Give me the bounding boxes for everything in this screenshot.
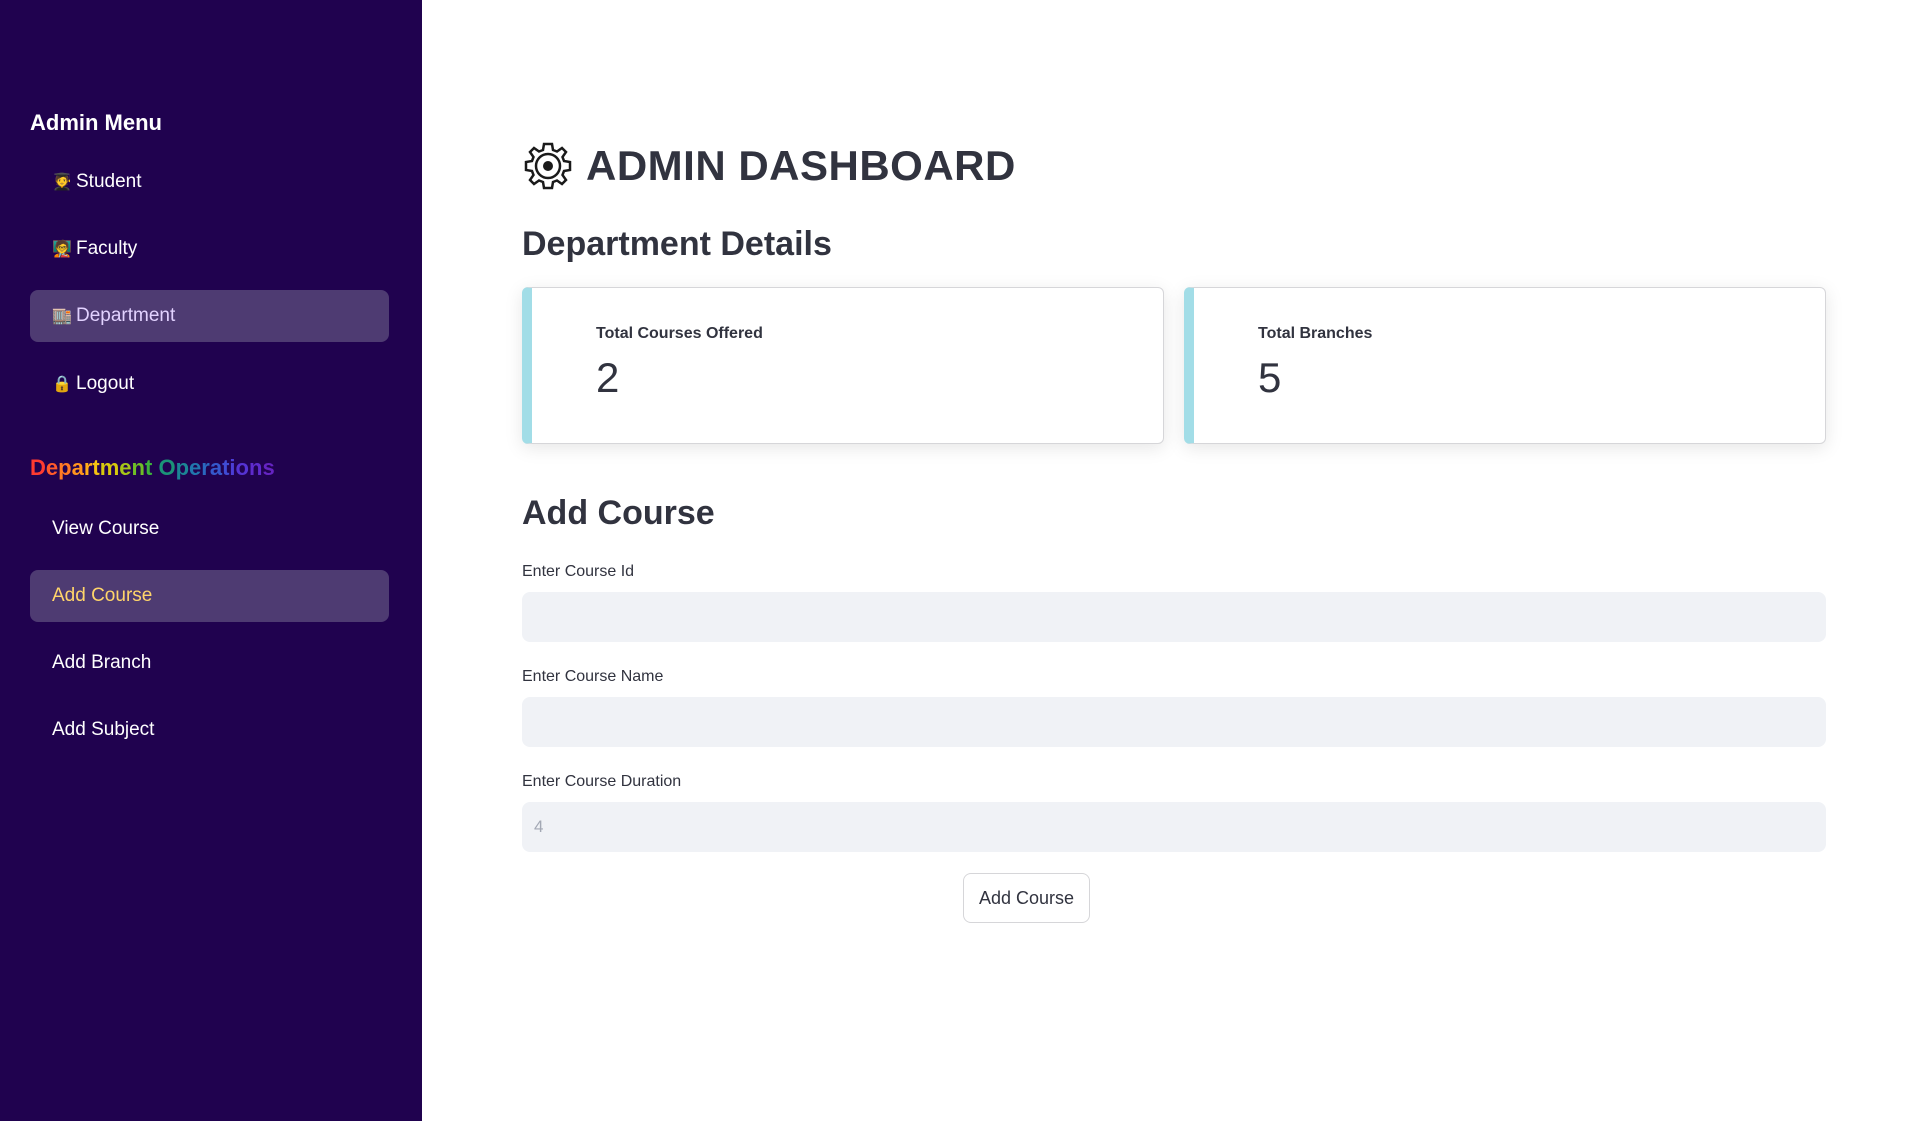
sidebar-item-label: Add Course bbox=[52, 585, 153, 606]
sidebar-item-label: Faculty bbox=[76, 238, 138, 259]
metric-value: 2 bbox=[596, 354, 620, 401]
sidebar-item-label: Department bbox=[76, 305, 176, 326]
sidebar-item-department[interactable]: 🏬 Department bbox=[30, 290, 389, 342]
sidebar-item-label: Logout bbox=[76, 373, 135, 394]
sidebar-item-student[interactable]: 🧑‍🎓 Student bbox=[30, 156, 389, 208]
sidebar-item-logout[interactable]: 🔒 Logout bbox=[30, 358, 389, 410]
course-name-label: Enter Course Name bbox=[522, 668, 664, 685]
add-course-heading: Add Course bbox=[522, 494, 715, 532]
department-operations-title: Department Operations bbox=[30, 455, 275, 480]
metric-card-courses: Total Courses Offered 2 bbox=[522, 287, 1164, 444]
sidebar-item-label: Student bbox=[76, 171, 142, 192]
lock-icon: 🔒 bbox=[52, 376, 72, 393]
sidebar: Admin Menu 🧑‍🎓 Student 🧑‍🏫 Faculty 🏬 Dep… bbox=[0, 0, 422, 1121]
course-duration-label: Enter Course Duration bbox=[522, 773, 682, 790]
sidebar-item-add-branch[interactable]: Add Branch bbox=[30, 637, 389, 689]
department-details-heading: Department Details bbox=[522, 225, 832, 263]
admin-menu-title: Admin Menu bbox=[30, 110, 162, 135]
page-title: ADMIN DASHBOARD bbox=[586, 142, 1016, 189]
course-id-label: Enter Course Id bbox=[522, 563, 635, 580]
course-duration-input[interactable] bbox=[522, 802, 1826, 852]
page-header: ADMIN DASHBOARD bbox=[522, 140, 1016, 192]
course-name-input[interactable] bbox=[522, 697, 1826, 747]
add-course-button[interactable]: Add Course bbox=[963, 873, 1090, 923]
faculty-icon: 🧑‍🏫 bbox=[52, 241, 72, 258]
sidebar-item-label: Add Subject bbox=[52, 719, 155, 740]
sidebar-item-label: Add Branch bbox=[52, 652, 152, 673]
sidebar-item-label: View Course bbox=[52, 518, 160, 539]
gear-icon bbox=[524, 142, 572, 190]
main-content: ADMIN DASHBOARD Department Details Total… bbox=[422, 0, 1920, 1121]
metric-label: Total Branches bbox=[1258, 325, 1373, 342]
sidebar-item-add-course[interactable]: Add Course bbox=[30, 570, 389, 622]
sidebar-item-view-course[interactable]: View Course bbox=[30, 503, 389, 555]
metric-card-branches: Total Branches 5 bbox=[1184, 287, 1826, 444]
course-id-input[interactable] bbox=[522, 592, 1826, 642]
department-icon: 🏬 bbox=[52, 308, 72, 325]
metric-value: 5 bbox=[1258, 354, 1282, 401]
student-icon: 🧑‍🎓 bbox=[52, 174, 72, 191]
sidebar-item-add-subject[interactable]: Add Subject bbox=[30, 704, 389, 756]
metric-label: Total Courses Offered bbox=[596, 325, 763, 342]
sidebar-item-faculty[interactable]: 🧑‍🏫 Faculty bbox=[30, 223, 389, 275]
